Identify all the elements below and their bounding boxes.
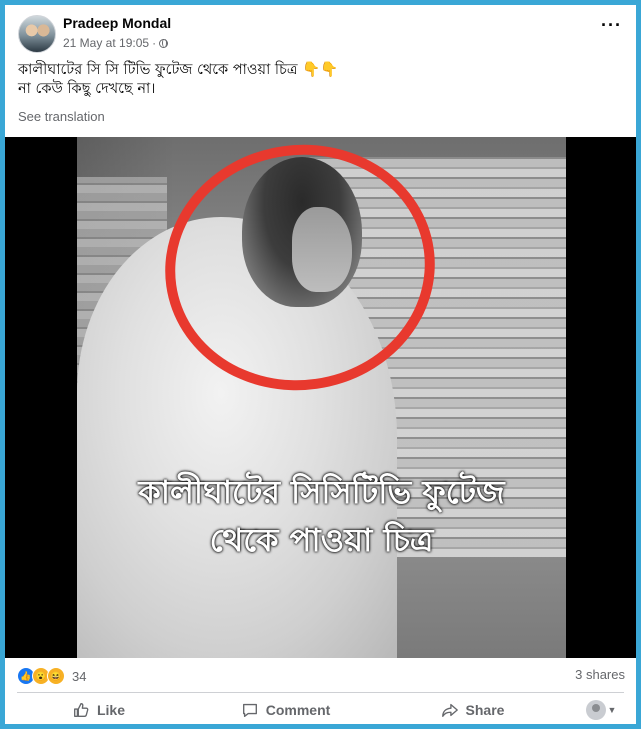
post-text-line-1-content: কালীঘাটের সি সি টিভি ফুটেজ থেকে পাওয়া চ…	[18, 62, 298, 78]
comment-icon	[242, 703, 257, 717]
author-name[interactable]: Pradeep Mondal	[63, 15, 171, 31]
share-button[interactable]: Share	[379, 695, 566, 724]
post-text: কালীঘাটের সি সি টিভি ফুটেজ থেকে পাওয়া চ…	[18, 61, 338, 99]
post-photo[interactable]: কালীঘাটের সিসিটিভি ফুটেজ থেকে পাওয়া চিত…	[77, 137, 566, 658]
post-header: Pradeep Mondal 21 May at 19:05 · ···	[5, 5, 636, 55]
post-timestamp[interactable]: 21 May at 19:05	[63, 36, 149, 50]
post-meta: 21 May at 19:05 ·	[63, 36, 169, 50]
author-avatar[interactable]	[18, 15, 56, 53]
separator-dot: ·	[152, 36, 157, 50]
comment-label: Comment	[265, 701, 331, 718]
comment-button[interactable]: Comment	[192, 695, 379, 724]
thumbs-up-icon	[74, 702, 89, 717]
shares-count[interactable]: 3 shares	[575, 667, 625, 682]
haha-reaction-icon: 😆	[47, 667, 65, 685]
see-translation-link[interactable]: See translation	[18, 109, 105, 124]
reactions-summary[interactable]: 👍 😮 😆 34	[17, 667, 86, 685]
profile-avatar-icon	[585, 699, 606, 720]
share-icon	[441, 703, 458, 717]
share-label: Share	[465, 701, 505, 718]
more-options-icon[interactable]: ···	[601, 16, 622, 34]
caret-down-icon: ▼	[607, 704, 617, 715]
post-text-line-1: কালীঘাটের সি সি টিভি ফুটেজ থেকে পাওয়া চ…	[18, 61, 338, 80]
post-text-line-2: না কেউ কিছু দেখছে না।	[18, 81, 156, 97]
globe-icon[interactable]	[159, 38, 169, 48]
post-media[interactable]: কালীঘাটের সিসিটিভি ফুটেজ থেকে পাওয়া চিত…	[5, 137, 636, 658]
action-divider	[17, 692, 624, 693]
reaction-count[interactable]: 34	[72, 669, 86, 684]
reaction-profile-selector[interactable]: ▼	[566, 695, 636, 724]
image-caption-line-2: থেকে পাওয়া চিত্র	[209, 521, 434, 559]
like-label: Like	[96, 701, 125, 718]
action-bar: Like Comment Share ▼	[5, 695, 636, 724]
image-caption-line-1: কালীঘাটের সিসিটিভি ফুটেজ	[138, 473, 505, 511]
post-card: Pradeep Mondal 21 May at 19:05 · ··· কাল…	[5, 5, 636, 724]
pointing-down-emoji: 👇👇	[302, 62, 339, 78]
like-button[interactable]: Like	[5, 695, 192, 724]
